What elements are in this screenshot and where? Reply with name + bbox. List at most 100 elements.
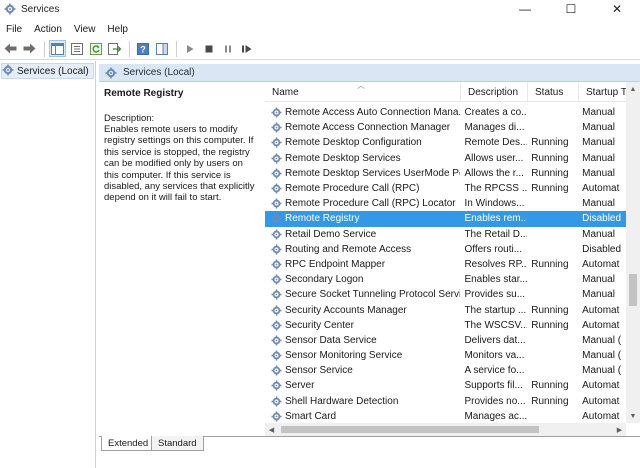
table-row[interactable]: Remote Desktop Services Allows user... Run… xyxy=(265,151,626,166)
table-row[interactable]: Secure Socket Tunneling Protocol Service… xyxy=(265,287,626,302)
table-row[interactable]: Remote Access Connection Manager Manages … xyxy=(265,120,626,135)
services-list: ︿ Name Description Status Startup Ty Rem… xyxy=(265,82,640,436)
service-status: Running xyxy=(531,183,569,195)
help-icon[interactable]: ? xyxy=(134,40,151,57)
service-startup-type: Manual xyxy=(582,289,615,301)
service-description: Resolves RP... xyxy=(464,258,528,270)
service-startup-type: Manual xyxy=(582,122,615,134)
column-header-label: Description xyxy=(468,86,519,98)
service-name-cell: Remote Registry xyxy=(265,213,460,224)
table-row[interactable]: Security Accounts Manager The startup ...… xyxy=(265,302,626,317)
column-header-status[interactable]: Status xyxy=(528,82,579,102)
service-name: Remote Access Auto Connection Mana... xyxy=(285,107,461,119)
service-name-cell: Server xyxy=(265,380,460,391)
service-startup-type: Manual ( xyxy=(582,365,622,377)
service-name: Retail Demo Service xyxy=(285,228,377,240)
service-description: Enables rem... xyxy=(464,213,528,225)
tab-standard[interactable]: Standard xyxy=(151,436,204,451)
column-header-startup-type[interactable]: Startup Ty xyxy=(579,82,626,102)
minimize-button[interactable]: — xyxy=(502,0,548,18)
refresh-icon[interactable] xyxy=(87,40,104,57)
gear-icon xyxy=(271,320,282,331)
forward-arrow-icon[interactable] xyxy=(21,40,38,57)
service-name: Remote Access Connection Manager xyxy=(285,122,451,134)
table-row[interactable]: Shell Hardware Detection Provides no... Ru… xyxy=(265,394,626,409)
service-name-cell: Security Accounts Manager xyxy=(265,305,460,316)
restart-service-icon[interactable] xyxy=(238,40,255,57)
properties-list-icon[interactable] xyxy=(68,40,85,57)
table-row[interactable]: Sensor Data Service Delivers dat... Manual… xyxy=(265,333,626,348)
description-text: Enables remote users to modify registry … xyxy=(104,124,255,204)
menu-action[interactable]: Action xyxy=(28,24,68,35)
service-startup-type: Automat xyxy=(582,395,620,407)
menu-view[interactable]: View xyxy=(68,24,102,35)
table-row[interactable]: Remote Desktop Services UserMode Por... A… xyxy=(265,166,626,181)
service-name-cell: Sensor Service xyxy=(265,365,460,376)
service-description: A service fo... xyxy=(464,365,525,377)
start-service-icon[interactable] xyxy=(181,40,198,57)
stop-service-icon[interactable] xyxy=(200,40,217,57)
scroll-right-icon[interactable]: ▶ xyxy=(613,423,626,436)
table-row[interactable]: RPC Endpoint Mapper Resolves RP... Running… xyxy=(265,257,626,272)
service-name-cell: RPC Endpoint Mapper xyxy=(265,259,460,270)
table-row[interactable]: Sensor Service A service fo... Manual ( xyxy=(265,363,626,378)
service-status: Running xyxy=(531,395,569,407)
table-row[interactable]: Remote Registry Enables rem... Disabled xyxy=(265,211,626,227)
table-row[interactable]: Smart Card Manages ac... Automat xyxy=(265,409,626,424)
table-row[interactable]: Remote Desktop Configuration Remote Des..… xyxy=(265,135,626,150)
vertical-scrollbar[interactable]: ▲ ▼ xyxy=(626,82,640,423)
service-name-cell: Secondary Logon xyxy=(265,274,460,285)
gear-icon xyxy=(271,411,282,422)
service-name: Remote Desktop Configuration xyxy=(285,137,422,149)
table-row[interactable]: Remote Access Auto Connection Mana... Cre… xyxy=(265,105,626,120)
horizontal-scrollbar[interactable]: ◀ ▶ xyxy=(265,423,626,436)
gear-icon xyxy=(271,168,282,179)
table-row[interactable]: Retail Demo Service The Retail D... Manual xyxy=(265,227,626,242)
service-description: The Retail D... xyxy=(464,228,528,240)
service-name-cell: Remote Procedure Call (RPC) Locator xyxy=(265,198,460,209)
service-startup-type: Disabled xyxy=(582,213,622,225)
service-description: Remote Des... xyxy=(464,137,528,149)
tree-item-services-local[interactable]: Services (Local) xyxy=(1,63,94,79)
title-bar: Services — ☐ ✕ xyxy=(0,0,640,18)
service-name: Remote Desktop Services xyxy=(285,152,401,164)
table-row[interactable]: Server Supports fil... Running Automat xyxy=(265,378,626,393)
table-row[interactable]: Remote Procedure Call (RPC) Locator In Wi… xyxy=(265,196,626,211)
gear-icon xyxy=(271,396,282,407)
service-startup-type: Automat xyxy=(582,410,620,422)
close-button[interactable]: ✕ xyxy=(594,0,640,18)
tab-extended[interactable]: Extended xyxy=(101,436,156,451)
table-row[interactable]: Secondary Logon Enables star... Manual xyxy=(265,272,626,287)
view-tabs: Extended Standard xyxy=(99,436,640,452)
service-description: The startup ... xyxy=(464,304,527,316)
table-row[interactable]: Routing and Remote Access Offers routi...… xyxy=(265,242,626,257)
window-title: Services xyxy=(21,3,60,15)
service-description: Delivers dat... xyxy=(464,334,526,346)
description-label: Description: xyxy=(104,113,155,124)
column-header-description[interactable]: Description xyxy=(461,82,528,102)
scroll-down-icon[interactable]: ▼ xyxy=(626,409,640,423)
pause-service-icon[interactable] xyxy=(219,40,236,57)
service-name-cell: Retail Demo Service xyxy=(265,229,460,240)
scroll-up-icon[interactable]: ▲ xyxy=(626,82,640,96)
back-arrow-icon[interactable] xyxy=(2,40,19,57)
horizontal-scroll-thumb[interactable] xyxy=(281,426,539,433)
show-action-pane-icon[interactable] xyxy=(153,40,170,57)
service-description: Supports fil... xyxy=(464,380,523,392)
table-row[interactable]: Sensor Monitoring Service Monitors va... M… xyxy=(265,348,626,363)
maximize-button[interactable]: ☐ xyxy=(548,0,594,18)
table-row[interactable]: Security Center The WSCSV... Running Automa… xyxy=(265,318,626,333)
table-row[interactable]: Remote Procedure Call (RPC) The RPCSS ...… xyxy=(265,181,626,196)
show-console-tree-icon[interactable] xyxy=(49,40,66,57)
menu-help[interactable]: Help xyxy=(101,24,134,35)
service-name: Security Accounts Manager xyxy=(285,304,407,316)
vertical-scroll-thumb[interactable] xyxy=(629,274,637,306)
gear-icon xyxy=(2,64,14,79)
menu-file[interactable]: File xyxy=(0,24,28,35)
service-description: The WSCSV... xyxy=(464,319,528,331)
service-name-cell: Remote Access Auto Connection Mana... xyxy=(265,107,460,118)
export-list-icon[interactable] xyxy=(106,40,123,57)
gear-icon xyxy=(271,183,282,194)
scroll-left-icon[interactable]: ◀ xyxy=(265,423,278,436)
column-header-name[interactable]: ︿ Name xyxy=(265,82,461,102)
